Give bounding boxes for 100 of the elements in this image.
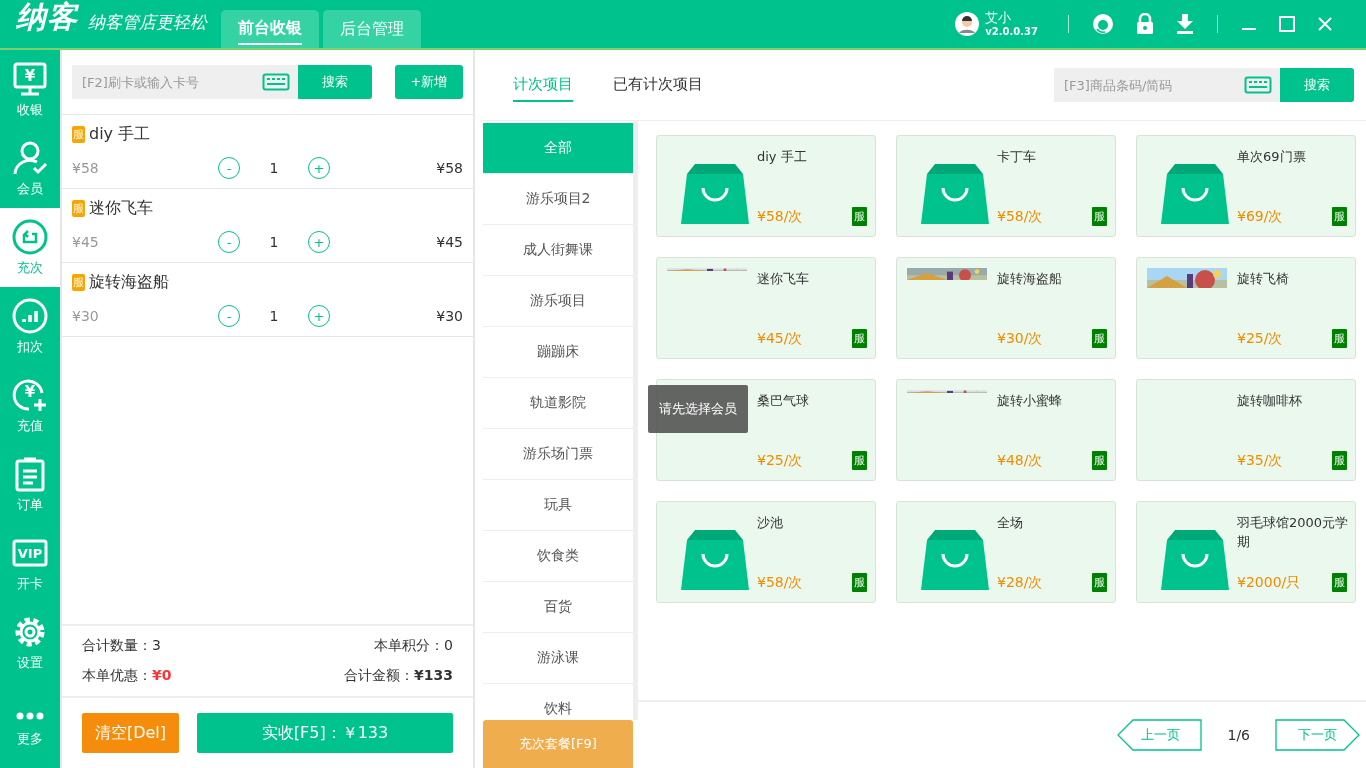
service-tag: 服 (72, 200, 85, 217)
product-price: ¥58/次 (997, 208, 1043, 226)
page-indicator: 1/6 (1227, 727, 1250, 743)
product-price: ¥58/次 (757, 574, 803, 592)
app-logo: 纳客 (16, 0, 78, 36)
product-price: ¥2000/只 (1237, 574, 1301, 592)
product-price: ¥35/次 (1237, 452, 1283, 470)
product-price: ¥58/次 (757, 208, 803, 226)
next-page-button[interactable]: 下一页 (1274, 719, 1360, 751)
product-name: 卡丁车 (997, 148, 1037, 166)
product-card[interactable]: 卡丁车 ¥58/次 服 (896, 135, 1116, 237)
avatar-icon[interactable] (955, 12, 980, 36)
service-tag: 服 (852, 207, 867, 226)
previous-page-button[interactable]: 上一页 (1117, 719, 1204, 751)
increase-button[interactable]: + (308, 157, 330, 179)
keyboard-icon[interactable] (1244, 76, 1272, 94)
service-tag: 服 (1092, 329, 1107, 348)
product-name: 桑巴气球 (757, 392, 810, 410)
lock-icon[interactable] (1136, 13, 1154, 35)
more-icon (15, 712, 45, 720)
shopping-bag-icon (679, 162, 751, 224)
product-price: ¥30/次 (997, 330, 1043, 348)
line-total: ¥45 (435, 234, 463, 250)
category-tab[interactable]: 已有计次项目 (613, 68, 703, 102)
search-button[interactable]: 搜索 (1280, 68, 1354, 102)
service-tag: 服 (1332, 573, 1347, 592)
item-name: diy 手工 (89, 124, 151, 145)
maximize-icon[interactable] (1279, 16, 1295, 32)
slogan: 纳客管店更轻松 (88, 11, 207, 34)
user-name: 艾小 (985, 10, 1013, 26)
product-card[interactable]: 单次69门票 ¥69/次 服 (1136, 135, 1356, 237)
headset-icon[interactable] (1092, 13, 1114, 35)
product-card[interactable]: 沙池 ¥58/次 服 (656, 501, 876, 603)
unit-price: ¥45 (72, 234, 100, 250)
shopping-bag-icon (1159, 162, 1231, 224)
service-tag: 服 (1092, 573, 1107, 592)
sidebar-item[interactable]: 会员 (0, 129, 60, 208)
product-card[interactable]: 迷你飞车 ¥45/次 服 (656, 257, 876, 359)
refresh-circle-icon (12, 218, 48, 255)
category-item[interactable]: 全部 (483, 123, 633, 174)
product-name: 旋转小蜜蜂 (997, 392, 1063, 410)
card-search-field[interactable]: [F2]刷卡或输入卡号 (72, 65, 298, 99)
add-button[interactable]: +新增 (395, 65, 463, 99)
package-button[interactable]: 充次套餐[F9] (483, 720, 633, 768)
product-price: ¥25/次 (757, 452, 803, 470)
total-quantity: 合计数量：3 (82, 637, 162, 655)
product-price: ¥25/次 (1237, 330, 1283, 348)
product-card[interactable]: 旋转咖啡杯 ¥35/次 服 (1136, 379, 1356, 481)
sidebar-item[interactable]: ¥ 充值 (0, 366, 60, 445)
checkout-button[interactable]: 实收[F5]：￥133 (197, 713, 453, 753)
download-icon[interactable] (1176, 14, 1194, 34)
service-tag: 服 (852, 329, 867, 348)
quantity: 1 (268, 308, 280, 324)
member-tooltip: 请先选择会员 (648, 385, 748, 433)
clear-button[interactable]: 清空[Del] (82, 713, 179, 753)
product-card[interactable]: 旋转海盗船 ¥30/次 服 (896, 257, 1116, 359)
decrease-button[interactable]: - (218, 305, 240, 327)
shopping-bag-icon (679, 528, 751, 590)
sidebar-item[interactable]: 充次 (0, 208, 60, 287)
nav-tab[interactable]: 后台管理 (323, 10, 421, 48)
sidebar-item[interactable]: 订单 (0, 445, 60, 524)
product-name: 迷你飞车 (757, 270, 810, 288)
product-card[interactable]: 旋转小蜜蜂 ¥48/次 服 (896, 379, 1116, 481)
increase-button[interactable]: + (308, 305, 330, 327)
sidebar-item[interactable]: 设置 (0, 603, 60, 682)
close-icon[interactable] (1317, 16, 1333, 32)
product-name: 沙池 (757, 514, 784, 532)
product-name: 羽毛球馆2000元学期 (1237, 514, 1349, 551)
product-card[interactable]: 旋转飞椅 ¥25/次 服 (1136, 257, 1356, 359)
search-button[interactable]: 搜索 (298, 65, 372, 99)
sidebar-item[interactable]: ¥ 收银 (0, 50, 60, 129)
line-total: ¥30 (435, 308, 463, 324)
item-name: 旋转海盗船 (89, 272, 169, 293)
item-name: 迷你飞车 (89, 198, 153, 219)
unit-price: ¥58 (72, 160, 100, 176)
product-card[interactable]: 羽毛球馆2000元学期 ¥2000/只 服 (1136, 501, 1356, 603)
shopping-bag-icon (1159, 528, 1231, 590)
order-discount: 本单优惠：¥0 (82, 667, 173, 685)
nav-tab[interactable]: 前台收银 (221, 10, 319, 48)
service-tag: 服 (72, 126, 85, 143)
service-tag: 服 (1332, 207, 1347, 226)
service-tag: 服 (852, 573, 867, 592)
sidebar-item[interactable]: 更多 (0, 692, 60, 768)
decrease-button[interactable]: - (218, 157, 240, 179)
sidebar-item[interactable]: 扣次 (0, 287, 60, 366)
category-tab[interactable]: 计次项目 (513, 68, 573, 102)
decrease-button[interactable]: - (218, 231, 240, 253)
product-card[interactable]: diy 手工 ¥58/次 服 (656, 135, 876, 237)
service-tag: 服 (1092, 451, 1107, 470)
product-card[interactable]: 全场 ¥28/次 服 (896, 501, 1116, 603)
sidebar-item[interactable]: VIP 开卡 (0, 524, 60, 603)
keyboard-icon[interactable] (262, 73, 290, 91)
order-points: 本单积分：0 (373, 637, 453, 655)
product-price: ¥28/次 (997, 574, 1043, 592)
increase-button[interactable]: + (308, 231, 330, 253)
product-search-field[interactable]: [F3]商品条码/简码 (1054, 68, 1280, 102)
product-price: ¥48/次 (997, 452, 1043, 470)
service-tag: 服 (1332, 451, 1347, 470)
total-amount: 合计金额：¥133 (343, 667, 453, 685)
unit-price: ¥30 (72, 308, 100, 324)
